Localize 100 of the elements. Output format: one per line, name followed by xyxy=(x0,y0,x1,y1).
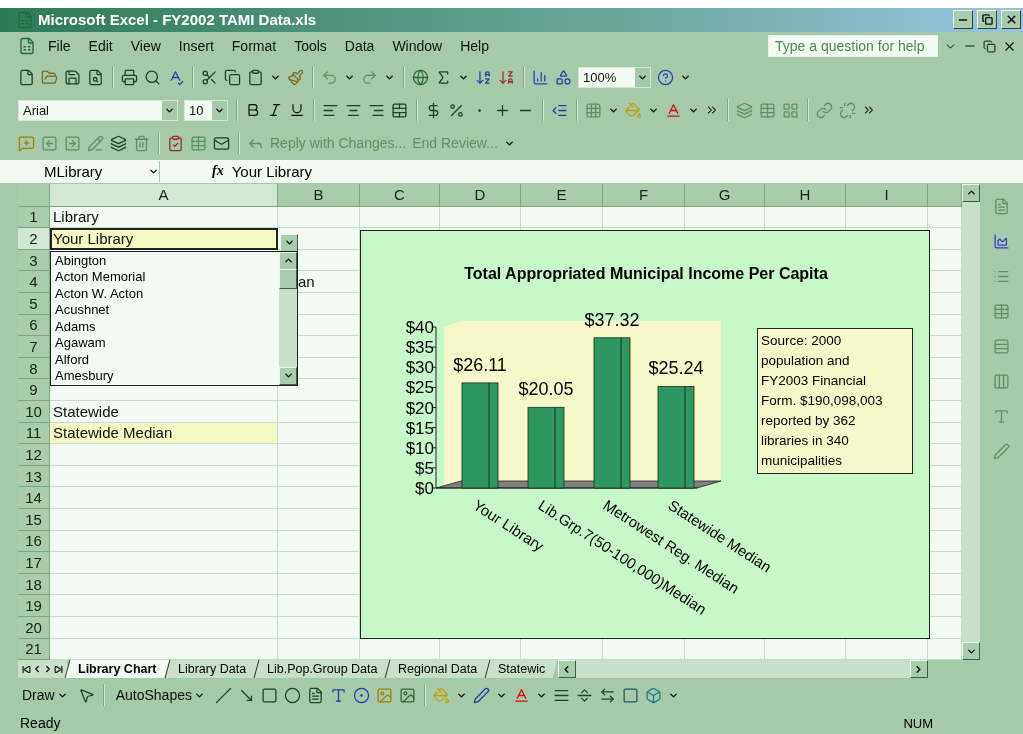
formula-value[interactable]: Your Library xyxy=(231,162,312,180)
sheet-tab[interactable]: Library Chart xyxy=(64,660,169,679)
rectangle-icon[interactable] xyxy=(260,686,278,704)
previous-sheet-icon[interactable] xyxy=(32,664,42,675)
table-cell[interactable]: Your Library xyxy=(50,228,278,250)
dropdown-item[interactable]: Alford xyxy=(55,351,279,369)
menu-item[interactable]: Window xyxy=(386,36,449,57)
paintbrush-icon[interactable] xyxy=(287,68,304,86)
row-header[interactable]: 15 xyxy=(18,508,50,531)
dropdown-item[interactable]: Adams xyxy=(55,318,279,336)
autoshapes-button[interactable]: AutoShapes xyxy=(111,685,209,706)
empty-cell[interactable] xyxy=(928,401,962,423)
column-header[interactable]: E xyxy=(521,183,603,207)
chart-type-icon[interactable] xyxy=(993,232,1010,250)
row-header[interactable]: 2 xyxy=(18,228,50,250)
font-size-field[interactable]: 10 xyxy=(184,99,228,121)
sheet-tab[interactable]: Statewic xyxy=(484,660,558,679)
chart-area[interactable] xyxy=(360,229,930,639)
column-header[interactable]: H xyxy=(765,183,846,207)
row-header[interactable]: 8 xyxy=(18,357,50,380)
save-icon[interactable] xyxy=(64,68,81,86)
dropdown-item[interactable]: Acton W. Acton xyxy=(55,285,279,303)
empty-cell[interactable] xyxy=(928,444,962,466)
zoom-field[interactable]: 100% xyxy=(578,66,651,88)
open-folder-icon[interactable] xyxy=(41,68,58,86)
name-box[interactable]: MLibrary xyxy=(18,160,160,182)
row-header[interactable]: 20 xyxy=(18,616,50,639)
dash-style-icon[interactable] xyxy=(575,686,593,704)
line-icon[interactable] xyxy=(214,686,232,704)
font-color-icon[interactable] xyxy=(512,686,530,704)
italic-icon[interactable] xyxy=(267,102,283,119)
fill-color-icon[interactable] xyxy=(625,101,642,119)
next-sheet-icon[interactable] xyxy=(43,664,53,675)
column-header[interactable]: A xyxy=(50,183,278,207)
dropdown-item[interactable]: Acushnet xyxy=(55,302,279,319)
first-sheet-icon[interactable] xyxy=(22,664,31,674)
row-header[interactable]: 17 xyxy=(18,552,50,574)
row-header[interactable]: 21 xyxy=(18,638,50,661)
sheet-tab[interactable]: Library Data xyxy=(164,660,258,679)
row-header[interactable]: 1 xyxy=(18,206,50,229)
empty-cell[interactable] xyxy=(928,271,962,294)
font-name-field[interactable]: Arial xyxy=(18,99,178,121)
menu-item[interactable]: Edit xyxy=(82,36,119,57)
last-sheet-icon[interactable] xyxy=(54,664,63,674)
underline-icon[interactable] xyxy=(289,102,305,119)
scissors-icon[interactable] xyxy=(201,68,218,86)
paste-icon[interactable] xyxy=(247,68,264,86)
row-header[interactable]: 18 xyxy=(18,573,50,596)
picture-icon[interactable] xyxy=(398,686,416,704)
column-header[interactable]: I xyxy=(846,183,928,207)
spreadsheet-icon[interactable] xyxy=(18,37,36,56)
function-label[interactable]: fx xyxy=(212,163,224,180)
table-cell[interactable]: Statewide Median xyxy=(50,422,278,445)
menu-item[interactable]: File xyxy=(42,36,77,57)
arrow-style-icon[interactable] xyxy=(598,686,616,704)
wordart-icon[interactable] xyxy=(329,686,347,704)
oval-icon[interactable] xyxy=(283,686,301,704)
table-cell[interactable]: Library xyxy=(50,206,278,229)
menu-item[interactable]: Format xyxy=(225,36,283,57)
column-header[interactable]: B xyxy=(278,183,360,207)
print-preview-icon[interactable] xyxy=(144,68,161,86)
fill-color-icon[interactable] xyxy=(432,686,450,704)
3d-icon[interactable] xyxy=(644,686,662,704)
sort-descending-icon[interactable] xyxy=(498,68,515,86)
empty-cell[interactable] xyxy=(928,379,962,401)
menu-item[interactable]: View xyxy=(124,36,167,57)
row-header[interactable]: 9 xyxy=(18,379,50,401)
empty-cell[interactable] xyxy=(928,293,962,315)
task-icon[interactable] xyxy=(167,134,184,152)
scrollbar-thumb[interactable] xyxy=(279,269,297,290)
column-header[interactable]: G xyxy=(685,183,765,207)
help-search-field[interactable]: Type a question for help xyxy=(768,35,938,58)
shadow-icon[interactable] xyxy=(621,686,639,704)
dropdown-item[interactable]: Acton Memorial xyxy=(55,269,279,286)
row-header[interactable]: 7 xyxy=(18,336,50,358)
row-header[interactable]: 11 xyxy=(18,422,50,445)
restore-icon[interactable] xyxy=(983,39,996,53)
menu-item[interactable]: Tools xyxy=(288,36,333,57)
empty-cell[interactable] xyxy=(928,595,962,617)
dropdown-item[interactable]: Abington xyxy=(55,252,279,270)
row-header[interactable]: 12 xyxy=(18,444,50,466)
line-color-icon[interactable] xyxy=(472,686,490,704)
permission-icon[interactable] xyxy=(87,68,104,86)
printer-icon[interactable] xyxy=(121,68,138,86)
menu-item[interactable]: Insert xyxy=(172,36,220,57)
row-header[interactable]: 3 xyxy=(18,249,50,272)
empty-cell[interactable] xyxy=(928,487,962,509)
note-text-box[interactable]: Source: 2000 population and FY2003 Financial Form. $190,098,003 reported by 362 libraries in 340 municipalities xyxy=(757,327,913,474)
globe-icon[interactable] xyxy=(412,68,429,86)
table-cell[interactable]: Statewide xyxy=(50,401,278,423)
scrollbar[interactable] xyxy=(279,251,297,385)
vertical-scrollbar[interactable] xyxy=(962,183,980,661)
help-icon[interactable] xyxy=(657,68,674,86)
menu-item[interactable]: Data xyxy=(338,36,381,57)
column-header[interactable]: D xyxy=(440,183,521,207)
row-header[interactable]: 16 xyxy=(18,530,50,553)
menu-item[interactable]: Help xyxy=(454,36,495,57)
clip-art-icon[interactable] xyxy=(375,686,393,704)
copy-icon[interactable] xyxy=(224,68,241,86)
row-header[interactable]: 13 xyxy=(18,465,50,488)
